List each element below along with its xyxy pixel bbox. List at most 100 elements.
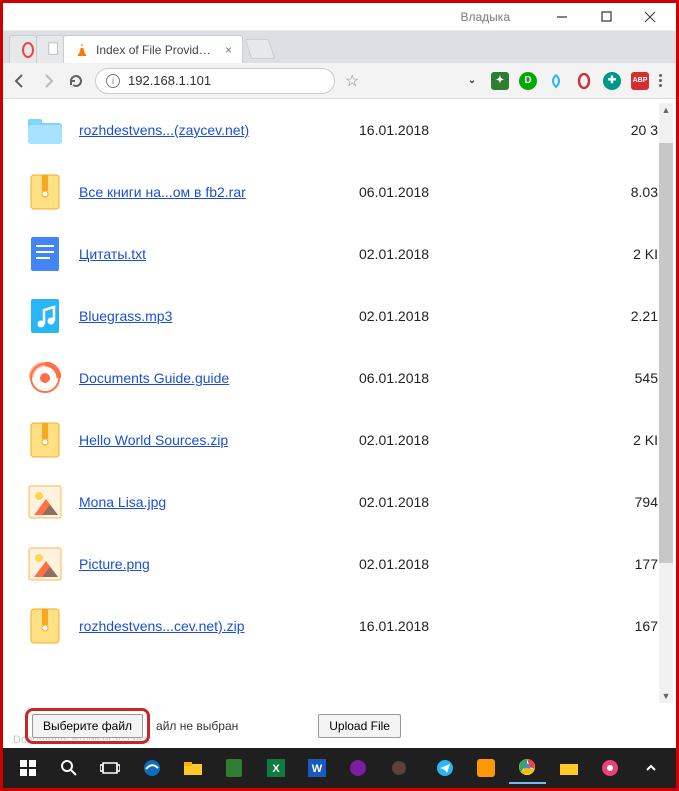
file-date: 02.01.2018 [359, 246, 559, 262]
task-view-icon[interactable] [92, 752, 129, 784]
tb-chrome-icon[interactable] [509, 752, 546, 784]
close-button[interactable] [628, 3, 672, 31]
file-size: 167 [635, 618, 658, 634]
zip-icon [25, 606, 65, 646]
file-row[interactable]: rozhdestvens...cev.net).zip16.01.2018 167 [25, 595, 658, 657]
file-date: 02.01.2018 [359, 556, 559, 572]
tb-app-icon[interactable] [467, 752, 504, 784]
tabs-row: Index of File Provider St… × [3, 31, 676, 63]
ext-blue-icon[interactable] [547, 72, 565, 90]
file-row[interactable]: Picture.png02.01.2018 177 [25, 533, 658, 595]
search-icon[interactable] [50, 752, 87, 784]
tab-inactive-1[interactable] [9, 35, 37, 63]
svg-text:W: W [312, 763, 323, 775]
browser-menu-button[interactable] [659, 74, 662, 87]
tab-active[interactable]: Index of File Provider St… × [63, 35, 243, 63]
tb-evernote-icon[interactable] [216, 752, 253, 784]
file-list: rozhdestvens...(zaycev.net) 16.01.2018 20 … [3, 99, 676, 706]
taskbar: X W [3, 748, 676, 788]
file-name-link[interactable]: Picture.png [79, 556, 359, 572]
address-bar[interactable]: i 192.168.1.101 [95, 68, 335, 94]
ext-teal-icon[interactable]: ✚ [603, 72, 621, 90]
file-date: 02.01.2018 [359, 494, 559, 510]
address-row: i 192.168.1.101 ☆ ⌄ ✦ D ✚ ABP [3, 63, 676, 99]
url-text: 192.168.1.101 [128, 73, 211, 88]
tab-inactive-2[interactable] [36, 35, 64, 63]
upload-footer: Выберите файл айл не выбран Upload File [3, 706, 676, 746]
txt-icon [25, 234, 65, 274]
pocket-icon[interactable]: ⌄ [463, 72, 481, 90]
file-size: 2.21 [631, 308, 658, 324]
minimize-button[interactable] [540, 3, 584, 31]
file-name-link[interactable]: Все книги на...ом в fb2.rar [79, 184, 359, 200]
mp3-icon [25, 296, 65, 336]
guide-icon [25, 358, 65, 398]
tb-word-icon[interactable]: W [298, 752, 335, 784]
tb-excel-icon[interactable]: X [257, 752, 294, 784]
no-file-label: айл не выбран [156, 719, 238, 733]
tb-music-app-icon[interactable] [591, 752, 628, 784]
ext-opera-icon[interactable] [575, 72, 593, 90]
tb-edge-icon[interactable] [133, 752, 170, 784]
file-size: 20 3 [631, 122, 658, 138]
file-row[interactable]: Цитаты.txt02.01.2018 2 KI [25, 223, 658, 285]
file-row[interactable]: Hello World Sources.zip02.01.2018 2 KI [25, 409, 658, 471]
vlc-icon [74, 42, 90, 58]
file-name-link[interactable]: Bluegrass.mp3 [79, 308, 359, 324]
extensions-row: ⌄ ✦ D ✚ ABP [463, 72, 668, 90]
new-tab-button[interactable] [245, 39, 275, 59]
scroll-up-icon[interactable]: ▲ [659, 103, 673, 117]
ext-evernote-icon[interactable]: ✦ [491, 72, 509, 90]
tb-gimp-icon[interactable] [381, 752, 418, 784]
file-name-link[interactable]: Mona Lisa.jpg [79, 494, 359, 510]
scrollbar-thumb[interactable] [659, 143, 673, 563]
back-button[interactable] [11, 72, 29, 90]
file-row[interactable]: Documents Guide.guide06.01.2018545 [25, 347, 658, 409]
img-icon [25, 544, 65, 584]
file-row[interactable]: Bluegrass.mp302.01.2018 2.21 [25, 285, 658, 347]
tb-folder-open-icon[interactable] [550, 752, 587, 784]
ext-green-icon[interactable]: D [519, 72, 537, 90]
file-row[interactable]: Все книги на...ом в fb2.rar06.01.20188.0… [25, 161, 658, 223]
tb-itunes-icon[interactable] [340, 752, 377, 784]
opera-icon [20, 42, 36, 58]
start-button[interactable] [9, 752, 46, 784]
file-date: 06.01.2018 [359, 184, 559, 200]
file-name-link[interactable]: rozhdestvens...cev.net).zip [79, 618, 359, 634]
file-name-link[interactable]: Documents Guide.guide [79, 370, 359, 386]
img-icon [25, 482, 65, 522]
file-date: 02.01.2018 [359, 432, 559, 448]
tb-explorer-icon[interactable] [174, 752, 211, 784]
file-name-link[interactable]: rozhdestvens...(zaycev.net) [79, 122, 359, 138]
file-date: 16.01.2018 [359, 618, 559, 634]
file-row[interactable]: Mona Lisa.jpg02.01.2018 794 [25, 471, 658, 533]
reload-button[interactable] [67, 72, 85, 90]
file-size: 2 KI [633, 432, 658, 448]
file-row[interactable]: rozhdestvens...(zaycev.net)16.01.201820 … [25, 99, 658, 161]
file-name-link[interactable]: Цитаты.txt [79, 246, 359, 262]
blank-tab-icon [47, 42, 63, 58]
maximize-button[interactable] [584, 3, 628, 31]
tab-close-icon[interactable]: × [225, 43, 232, 57]
upload-file-button[interactable]: Upload File [318, 714, 401, 738]
file-size: 545 [635, 370, 658, 386]
window-titlebar: Владыка [3, 3, 676, 31]
tb-chevron-up-icon[interactable] [633, 752, 670, 784]
choose-file-button[interactable]: Выберите файл [32, 714, 143, 738]
user-label: Владыка [461, 10, 511, 24]
tab-title: Index of File Provider St… [96, 43, 217, 57]
svg-text:X: X [272, 763, 280, 775]
file-size: 177 [635, 556, 658, 572]
scroll-down-icon[interactable]: ▼ [659, 689, 673, 703]
star-icon[interactable]: ☆ [345, 71, 359, 91]
zip-icon [25, 172, 65, 212]
forward-button[interactable] [39, 72, 57, 90]
file-name-link[interactable]: Hello World Sources.zip [79, 432, 359, 448]
file-date: 02.01.2018 [359, 308, 559, 324]
tb-telegram-icon[interactable] [426, 752, 463, 784]
file-size: 794 [635, 494, 658, 510]
scrollbar[interactable]: ▲ ▼ [659, 103, 673, 703]
site-info-icon[interactable]: i [106, 74, 120, 88]
ext-abp-icon[interactable]: ABP [631, 72, 649, 90]
file-size: 2 KI [633, 246, 658, 262]
